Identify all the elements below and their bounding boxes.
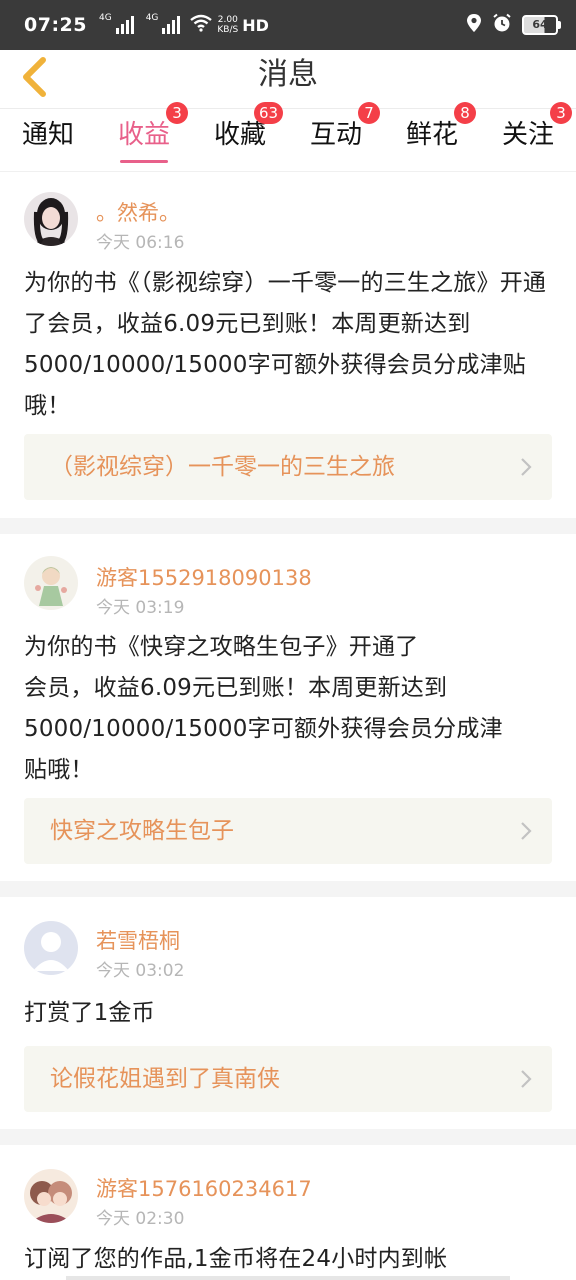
book-link[interactable]: 论假花姐遇到了真南侠 <box>24 1046 552 1112</box>
tab-favorites[interactable]: 收藏 63 <box>192 102 288 171</box>
username[interactable]: 。然希。 <box>96 197 180 227</box>
avatar[interactable] <box>24 556 78 610</box>
battery-icon: 64 <box>522 15 561 35</box>
signal-icon: 4G <box>98 13 134 34</box>
book-title: （影视综穿）一千零一的三生之旅 <box>50 454 395 480</box>
book-title: 快穿之攻略生包子 <box>50 818 234 844</box>
tab-label: 关注 <box>501 120 554 150</box>
message-item: 。然希。 今天 06:16 为你的书《（影视综穿）一千零一的三生之旅》开通了会员… <box>0 172 576 518</box>
hd-indicator: HD <box>242 15 269 35</box>
speed-value: 2.00 <box>217 15 238 25</box>
book-link[interactable]: （影视综穿）一千零一的三生之旅 <box>24 434 552 500</box>
tab-notice[interactable]: 通知 <box>0 109 96 171</box>
tab-label: 通知 <box>21 120 74 150</box>
chevron-right-icon <box>520 434 532 525</box>
divider <box>0 1129 576 1145</box>
tab-bar: 通知 收益 3 收藏 63 互动 7 鲜花 8 关注 3 <box>0 102 576 172</box>
page-title: 消息 <box>258 57 318 92</box>
status-bar: 07:25 4G 4G 2.00 KB/S HD 64 <box>0 0 576 50</box>
avatar[interactable] <box>24 192 78 246</box>
message-item: 游客1552918090138 今天 03:19 为你的书《快穿之攻略生包子》开… <box>0 534 576 881</box>
clock: 07:25 <box>24 14 87 36</box>
message-text: 为你的书《快穿之攻略生包子》开通了 会员，收益6.09元已到账！本周更新达到 5… <box>24 627 554 791</box>
book-link[interactable]: 快穿之攻略生包子 <box>24 798 552 864</box>
tab-follow[interactable]: 关注 3 <box>480 102 576 171</box>
tab-label: 收藏 <box>213 120 266 150</box>
divider <box>0 881 576 897</box>
message-time: 今天 06:16 <box>96 233 185 253</box>
speed-unit: KB/S <box>217 25 239 35</box>
unread-badge: 8 <box>454 102 476 124</box>
message-text: 打赏了1金币 <box>24 1000 155 1026</box>
avatar[interactable] <box>24 1169 78 1223</box>
network-type: 4G <box>145 13 159 23</box>
message-item: 若雪梧桐 今天 03:02 打赏了1金币 论假花姐遇到了真南侠 <box>0 897 576 1129</box>
avatar[interactable] <box>24 921 78 975</box>
unread-badge: 3 <box>550 102 572 124</box>
message-text: 为你的书《（影视综穿）一千零一的三生之旅》开通了会员，收益6.09元已到账！本周… <box>24 270 547 419</box>
unread-badge: 3 <box>166 102 188 124</box>
message-line: 5000/10000/15000字可额外获得会员分成津 <box>24 716 503 742</box>
message-line: 贴哦！ <box>24 757 94 783</box>
network-speed: 2.00 KB/S <box>217 15 238 35</box>
tab-label: 互动 <box>309 120 362 150</box>
message-time: 今天 03:19 <box>96 598 185 618</box>
wifi-icon <box>190 14 213 37</box>
active-tab-indicator <box>120 160 168 163</box>
app-header: 消息 <box>0 50 576 109</box>
message-item: 游客1576160234617 今天 02:30 订阅了您的作品,1金币将在24… <box>0 1145 576 1280</box>
tab-label: 收益 <box>117 120 170 150</box>
unread-badge: 7 <box>358 102 380 124</box>
message-line: 会员，收益6.09元已到账！本周更新达到 <box>24 675 448 701</box>
signal-icon: 4G <box>145 13 181 34</box>
message-time: 今天 03:02 <box>96 961 185 981</box>
username[interactable]: 游客1552918090138 <box>96 562 312 592</box>
message-text: 订阅了您的作品,1金币将在24小时内到帐 <box>24 1246 448 1272</box>
unread-badge: 63 <box>254 102 284 124</box>
divider <box>0 518 576 534</box>
message-line: 为你的书《快穿之攻略生包子》开通了 <box>24 634 419 660</box>
tab-interaction[interactable]: 互动 7 <box>288 102 384 171</box>
home-indicator <box>66 1276 510 1280</box>
message-time: 今天 02:30 <box>96 1209 185 1229</box>
book-title: 论假花姐遇到了真南侠 <box>50 1066 280 1092</box>
tab-label: 鲜花 <box>405 120 458 150</box>
tab-earnings[interactable]: 收益 3 <box>96 102 192 171</box>
username[interactable]: 若雪梧桐 <box>96 925 180 955</box>
location-icon <box>466 13 482 38</box>
network-type: 4G <box>98 13 112 23</box>
alarm-icon <box>492 13 512 38</box>
tab-flowers[interactable]: 鲜花 8 <box>384 102 480 171</box>
chevron-right-icon <box>520 798 532 889</box>
username[interactable]: 游客1576160234617 <box>96 1173 312 1203</box>
chevron-right-icon <box>520 1046 532 1137</box>
